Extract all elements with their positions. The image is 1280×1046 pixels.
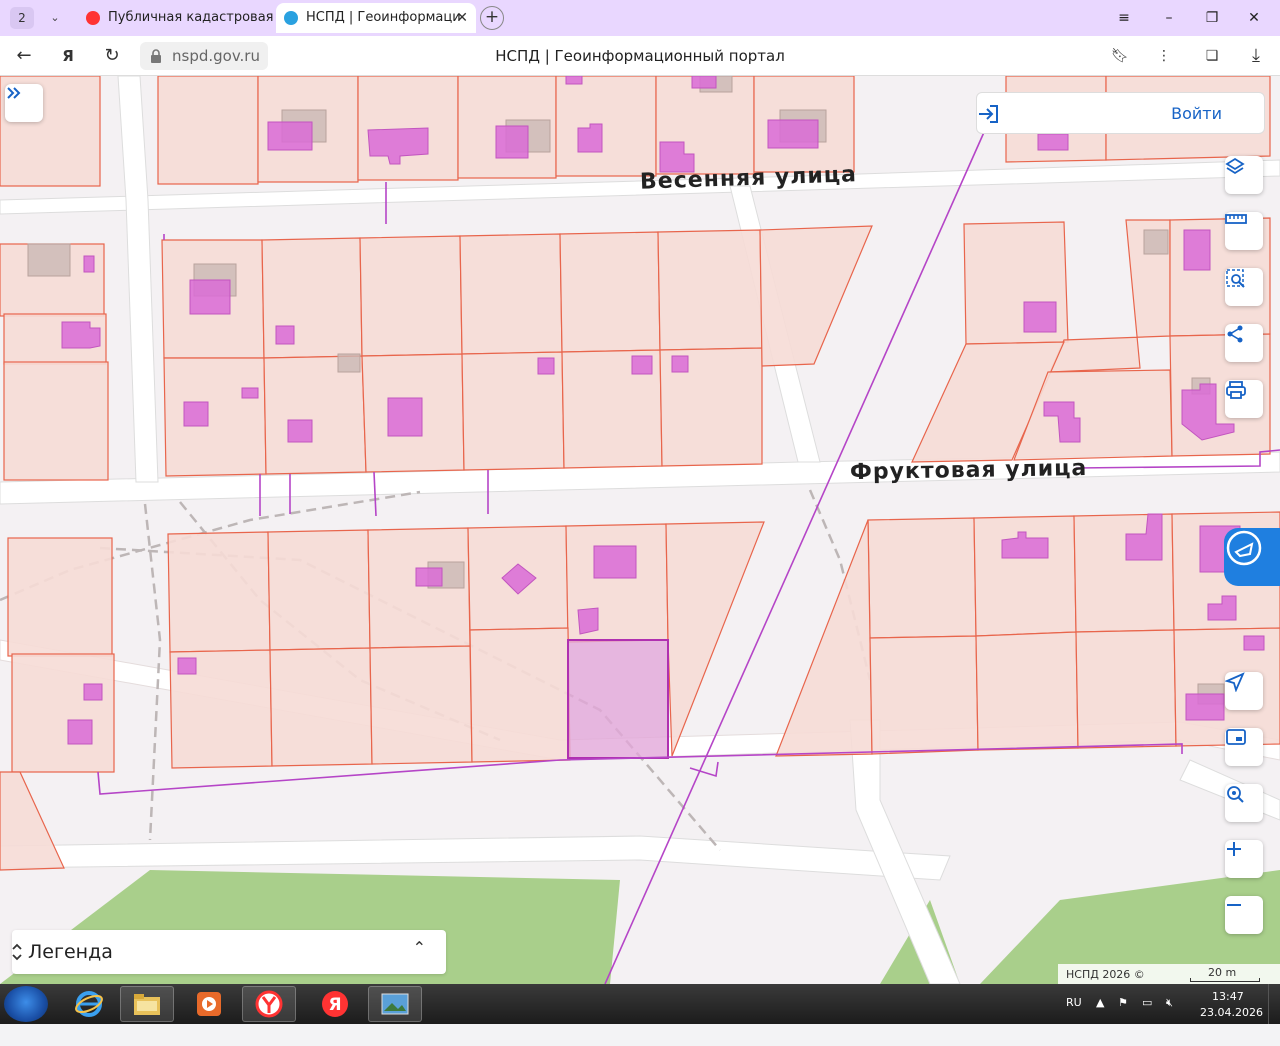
close-tab-icon[interactable]: ✕ — [456, 3, 468, 33]
image-viewer-icon[interactable] — [368, 986, 422, 1022]
scale-bar: НСПД 2026 © 20 m — [1058, 964, 1280, 984]
selected-parcel — [567, 639, 669, 759]
file-explorer-icon[interactable] — [120, 986, 174, 1022]
expand-sidebar-button[interactable] — [5, 84, 43, 122]
login-icon — [979, 105, 998, 123]
volume-icon[interactable]: 🔇︎ — [1166, 996, 1173, 1036]
network-icon[interactable]: ▭ — [1142, 996, 1152, 1036]
chevron-down-icon[interactable]: ⌄ — [42, 7, 68, 29]
minimize-icon[interactable]: – — [1155, 6, 1183, 30]
show-desktop-button[interactable] — [1268, 984, 1280, 1024]
copyright: НСПД 2026 © — [1066, 968, 1145, 981]
legend-panel[interactable]: Легенда ⌃ — [12, 930, 446, 974]
ruler-icon — [1225, 214, 1247, 224]
tab-title: НСПД | Геоинформаци — [306, 10, 461, 25]
assistant-button[interactable] — [1224, 528, 1280, 586]
bookmark-icon[interactable]: 🔖︎ — [1106, 42, 1134, 70]
yandex-icon — [86, 11, 100, 25]
more-icon[interactable]: ⋮ — [1150, 42, 1178, 70]
yandex-icon[interactable]: Я — [308, 986, 362, 1022]
yandex-logo-icon[interactable]: Я — [54, 42, 82, 70]
zoom-in-icon — [1227, 842, 1241, 856]
geo-search-icon — [1227, 786, 1244, 803]
expand-icon — [7, 87, 21, 99]
language-indicator[interactable]: RU — [1066, 996, 1082, 1036]
media-player-icon[interactable] — [182, 986, 236, 1022]
layers-icon — [1225, 157, 1245, 175]
minimap-icon — [1226, 729, 1246, 745]
legend-label: Легенда — [28, 941, 113, 963]
assistant-icon — [1226, 530, 1262, 566]
chevron-updown-icon: ⌃ — [412, 938, 426, 957]
chevron-up-icon[interactable]: ▲ — [1096, 996, 1104, 1036]
collections-icon[interactable]: ❏ — [1198, 42, 1226, 70]
share-icon — [1227, 325, 1243, 343]
login-button[interactable]: Войти — [976, 92, 1265, 134]
area-search-icon — [1226, 269, 1245, 288]
tab-counter[interactable]: 2 — [10, 7, 34, 29]
minimap-button[interactable] — [1225, 728, 1263, 766]
zoom-out-button[interactable] — [1225, 896, 1263, 934]
expand-legend-icon — [12, 943, 22, 961]
nspd-favicon-icon — [284, 11, 298, 25]
page-title: НСПД | Геоинформационный портал — [495, 47, 785, 65]
navigate-button[interactable] — [1225, 672, 1263, 710]
lock-icon — [151, 49, 161, 63]
close-window-icon[interactable]: ✕ — [1240, 6, 1268, 30]
print-icon — [1226, 381, 1246, 399]
yandex-browser-icon[interactable] — [242, 986, 296, 1022]
back-icon[interactable]: ← — [10, 42, 38, 70]
flag-icon[interactable]: ⚑ — [1118, 996, 1128, 1036]
layers-button[interactable] — [1225, 156, 1263, 194]
navigate-icon — [1225, 672, 1245, 692]
zoom-out-icon — [1227, 904, 1241, 906]
zoom-in-button[interactable] — [1225, 840, 1263, 878]
login-label: Войти — [1171, 104, 1222, 123]
url-text: nspd.gov.ru — [172, 47, 260, 65]
map-layer — [0, 76, 1280, 984]
restore-icon[interactable]: ❐ — [1198, 6, 1226, 30]
browser-tab-strip: 2 ⌄ Публичная кадастровая к НСПД | Геоин… — [0, 0, 1280, 36]
tab-title: Публичная кадастровая к — [108, 10, 274, 25]
url-field[interactable]: nspd.gov.ru — [140, 42, 268, 70]
internet-explorer-icon[interactable] — [62, 986, 116, 1022]
street-label-fruktovaya: Фруктовая улица — [849, 455, 1088, 486]
share-button[interactable] — [1225, 324, 1263, 362]
geo-search-button[interactable] — [1225, 784, 1263, 822]
reload-icon[interactable]: ↻ — [98, 42, 126, 70]
start-button[interactable] — [4, 986, 48, 1022]
address-bar: ← Я ↻ nspd.gov.ru НСПД | Геоинформационн… — [0, 36, 1280, 76]
tab-nspd[interactable]: НСПД | Геоинформаци ✕ — [276, 3, 476, 33]
new-tab-button[interactable]: + — [480, 6, 504, 30]
print-button[interactable] — [1225, 380, 1263, 418]
scale-line — [1190, 978, 1260, 982]
measure-button[interactable] — [1225, 212, 1263, 250]
tab-cadastral-map[interactable]: Публичная кадастровая к — [78, 3, 274, 33]
menu-icon[interactable]: ≡ — [1110, 6, 1138, 30]
clock-date[interactable]: 23.04.2026 — [1200, 1006, 1263, 1046]
map-canvas[interactable]: Весенняя улица Фруктовая улица Войти Лег… — [0, 76, 1280, 984]
download-icon[interactable]: ⤓ — [1242, 42, 1270, 70]
svg-text:Я: Я — [328, 995, 341, 1015]
area-search-button[interactable] — [1225, 268, 1263, 306]
windows-taskbar: Я RU ▲ ⚑ ▭ 🔇︎ 13:47 23.04.2026 — [0, 984, 1280, 1024]
